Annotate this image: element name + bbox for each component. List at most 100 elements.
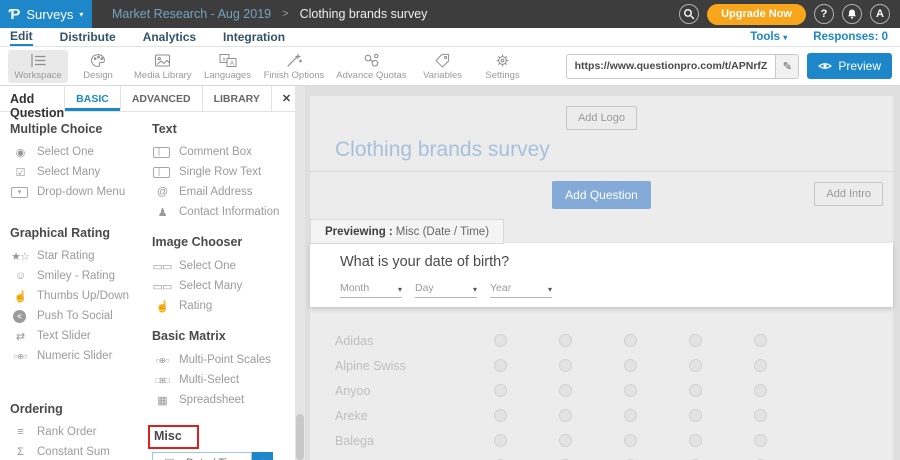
nav-tab-analytics[interactable]: Analytics [143,30,196,45]
tab-basic[interactable]: BASIC [64,86,120,111]
radio-button[interactable] [689,334,702,347]
qtype-star-rating[interactable]: ★☆Star Rating [10,246,150,266]
radio-button[interactable] [494,384,507,397]
qtype-numeric-slider[interactable]: ○⊕○Numeric Slider [10,346,150,366]
qtype-single-row-text[interactable]: ▏Single Row Text [152,162,295,182]
radio-button[interactable] [754,359,767,372]
day-select[interactable]: Day▾ [415,282,477,298]
radio-button[interactable] [494,409,507,422]
qtype-thumbs-up-down[interactable]: ☝Thumbs Up/Down [10,286,150,306]
tool-workspace[interactable]: Workspace [8,50,68,83]
help-button[interactable]: ? [814,4,834,24]
surveys-menu[interactable]: Ƥ Surveys ▾ [0,0,92,28]
qtype-rank-order[interactable]: ≡Rank Order [10,422,150,442]
radio-button[interactable] [559,334,572,347]
qtype-multi-select[interactable]: □⊞□Multi-Select [152,370,295,390]
tool-finish-options[interactable]: Finish Options [258,50,331,83]
qtype-smiley-rating[interactable]: ☺Smiley - Rating [10,266,150,286]
qtype-push-to-social[interactable]: <Push To Social [10,306,150,326]
qtype-date-time[interactable]: ▤Date / Time + [152,452,273,460]
logo-row: Add Logo [310,96,893,130]
radio-button[interactable] [559,384,572,397]
qtype-dropdown-menu[interactable]: ▾Drop-down Menu [10,182,150,202]
qtype-text-slider[interactable]: ⇄Text Slider [10,326,150,346]
qtype-multi-point-scales[interactable]: ○⊕○Multi-Point Scales [152,350,295,370]
tab-library[interactable]: LIBRARY [202,86,271,111]
radio-button[interactable] [624,334,637,347]
year-select[interactable]: Year▾ [490,282,552,298]
tool-variables[interactable]: Variables [413,50,473,83]
radio-button[interactable] [689,409,702,422]
add-question-panel: Add Question BASIC ADVANCED LIBRARY ✕ Mu… [0,86,295,460]
radio-button[interactable] [624,384,637,397]
tool-languages[interactable]: xA Languages [198,50,258,83]
radio-button[interactable] [754,434,767,447]
tool-design[interactable]: Design [68,50,128,83]
qtype-constant-sum[interactable]: ΣConstant Sum [10,442,150,460]
radio-button[interactable] [559,409,572,422]
tool-settings[interactable]: Settings [473,50,533,83]
edit-pencil-icon[interactable]: ✎ [775,55,798,78]
add-logo-button[interactable]: Add Logo [566,106,637,130]
add-intro-button[interactable]: Add Intro [814,182,883,206]
panel-scrollbar[interactable] [295,86,305,460]
tool-advance-quotas[interactable]: Advance Quotas [330,50,412,83]
radio-button[interactable] [624,409,637,422]
qtype-image-select-one[interactable]: ▭▭Select One [152,256,295,276]
radio-button[interactable] [624,359,637,372]
add-question-button[interactable]: Add Question [552,181,651,209]
group-title: Ordering [10,402,150,416]
qtype-comment-box[interactable]: ▏Comment Box [152,142,295,162]
account-avatar[interactable]: A [870,4,890,24]
survey-title[interactable]: Clothing brands survey [310,130,893,172]
qtype-image-select-many[interactable]: ▭▭Select Many [152,276,295,296]
radio-button[interactable] [494,359,507,372]
qtype-contact-information[interactable]: ♟Contact Information [152,202,295,222]
radio-button[interactable] [689,384,702,397]
search-button[interactable] [679,4,699,24]
qtype-email-address[interactable]: @Email Address [152,182,295,202]
close-icon: ✕ [282,92,291,105]
tab-advanced[interactable]: ADVANCED [120,86,202,111]
brand-matrix-question: Adidas Alpine Swiss Anyoo Areke Balega [310,328,893,460]
month-select[interactable]: Month▾ [340,282,402,298]
nav-tab-edit[interactable]: Edit [10,29,33,46]
radio-button[interactable] [494,334,507,347]
topbar-actions: Upgrade Now ? A [679,4,900,25]
tool-media-library[interactable]: Media Library [128,50,198,83]
scrollbar-thumb[interactable] [296,414,304,460]
tools-menu[interactable]: Tools ▾ [750,31,787,43]
matrix-row-label: Anyoo [335,384,468,398]
radio-button[interactable] [559,434,572,447]
breadcrumb: Market Research - Aug 2019 > Clothing br… [112,7,427,21]
nav-tab-integration[interactable]: Integration [223,30,285,45]
radio-button[interactable] [689,434,702,447]
group-title: Basic Matrix [152,329,295,343]
radio-button[interactable] [754,409,767,422]
radio-button[interactable] [494,434,507,447]
matrix-row: Alpine Swiss [310,353,893,378]
nav-tab-distribute[interactable]: Distribute [60,30,116,45]
matrix-row: Adidas [310,328,893,353]
images-icon: ▭▭ [152,280,172,293]
radio-button[interactable] [754,334,767,347]
radio-button[interactable] [689,359,702,372]
qtype-spreadsheet[interactable]: ▦Spreadsheet [152,390,295,410]
radio-button[interactable] [624,434,637,447]
grid-icon: ▦ [152,394,172,407]
qtype-select-many[interactable]: ☑Select Many [10,162,150,182]
qtype-image-rating[interactable]: ☝Rating [152,296,295,316]
add-date-time-button[interactable]: + [252,452,273,460]
group-text: Text ▏Comment Box ▏Single Row Text @Emai… [152,122,295,222]
breadcrumb-page: Clothing brands survey [300,7,428,21]
qtype-select-one[interactable]: ◉Select One [10,142,150,162]
breadcrumb-project[interactable]: Market Research - Aug 2019 [112,7,271,21]
survey-url-field[interactable]: https://www.questionpro.com/t/APNrfZ ✎ [566,54,800,79]
notifications-button[interactable] [842,4,862,24]
question-preview-body: What is your date of birth? Month▾ Day▾ … [310,243,893,307]
preview-button[interactable]: Preview [807,53,892,79]
radio-button[interactable] [754,384,767,397]
responses-link[interactable]: Responses: 0 [813,31,888,43]
radio-button[interactable] [559,359,572,372]
upgrade-now-button[interactable]: Upgrade Now [707,4,806,25]
